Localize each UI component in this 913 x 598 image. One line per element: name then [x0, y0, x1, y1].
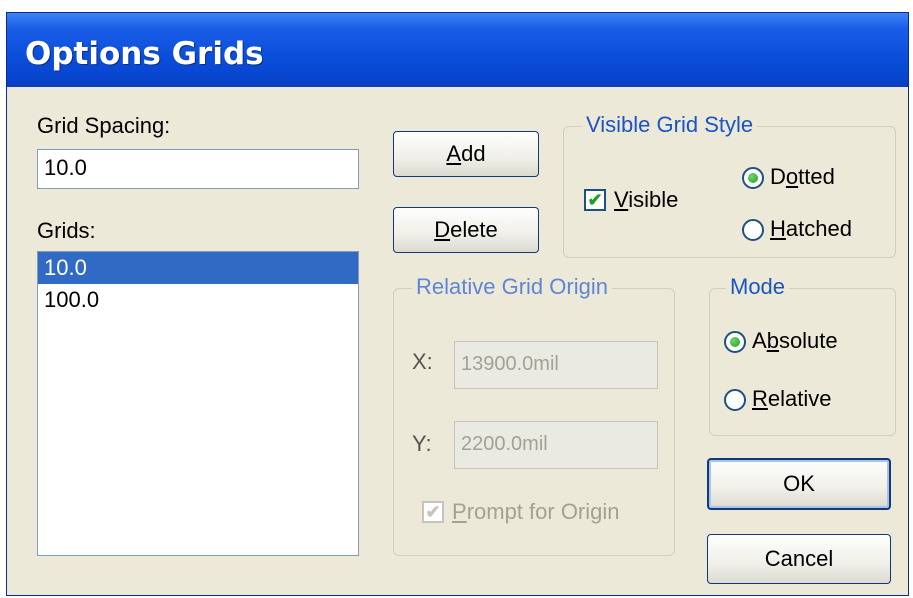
- delete-button-label: Delete: [434, 217, 498, 242]
- origin-y-input[interactable]: 2200.0mil: [454, 421, 658, 469]
- prompt-for-origin-checkbox[interactable]: ✔: [422, 501, 444, 523]
- add-button-label: Add: [446, 141, 486, 166]
- relative-radio[interactable]: [724, 389, 746, 411]
- origin-x-input[interactable]: 13900.0mil: [454, 341, 658, 389]
- origin-x-label: X:: [412, 349, 433, 374]
- hatched-radio-label: Hatched: [770, 216, 852, 241]
- absolute-radio[interactable]: [724, 331, 746, 353]
- grid-spacing-label: Grid Spacing:: [37, 113, 171, 138]
- delete-button[interactable]: Delete: [393, 207, 539, 253]
- relative-grid-origin-group: Relative Grid Origin X: 13900.0mil Y: 22…: [393, 274, 675, 556]
- list-item[interactable]: 100.0: [38, 284, 358, 316]
- mode-group: Mode Absolute Relative: [709, 274, 896, 436]
- options-grids-dialog: Options Grids Grid Spacing: 10.0 Grids: …: [6, 12, 909, 596]
- grids-label: Grids:: [37, 218, 96, 243]
- relative-grid-origin-title: Relative Grid Origin: [412, 274, 612, 300]
- dotted-radio[interactable]: [742, 167, 764, 189]
- origin-y-label: Y:: [412, 431, 432, 456]
- hatched-radio[interactable]: [742, 219, 764, 241]
- visible-grid-style-group: Visible Grid Style ✔ Visible Dotted Hatc…: [563, 112, 896, 258]
- dialog-title: Options Grids: [25, 36, 264, 72]
- relative-radio-label: Relative: [752, 386, 832, 411]
- ok-button[interactable]: OK: [707, 458, 891, 510]
- cancel-button[interactable]: Cancel: [707, 534, 891, 584]
- prompt-for-origin-label: Prompt for Origin: [452, 499, 620, 524]
- title-bar[interactable]: Options Grids: [7, 13, 908, 87]
- visible-checkbox-label: Visible: [614, 187, 679, 212]
- list-item[interactable]: 10.0: [38, 252, 358, 284]
- mode-title: Mode: [726, 274, 790, 300]
- dotted-radio-label: Dotted: [770, 164, 835, 189]
- absolute-radio-label: Absolute: [752, 328, 838, 353]
- add-button[interactable]: Add: [393, 131, 539, 177]
- visible-grid-style-title: Visible Grid Style: [582, 112, 758, 138]
- grid-spacing-input[interactable]: 10.0: [37, 149, 359, 189]
- grids-list[interactable]: 10.0 100.0: [37, 251, 359, 556]
- visible-checkbox[interactable]: ✔: [584, 189, 606, 211]
